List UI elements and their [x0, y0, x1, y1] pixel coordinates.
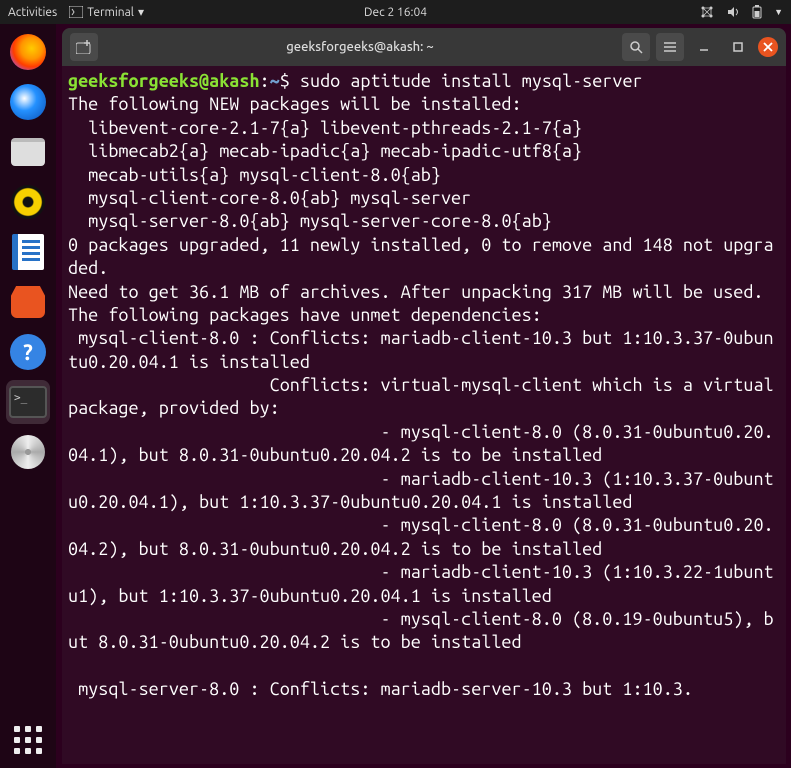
maximize-icon: [732, 41, 744, 53]
close-button[interactable]: [758, 37, 778, 57]
top-bar: Activities Terminal ▾ Dec 2 16:04 ▼: [0, 0, 791, 24]
writer-icon: [12, 234, 44, 270]
minimize-icon: [698, 41, 710, 53]
dock-software[interactable]: [6, 280, 50, 324]
maximize-button[interactable]: [724, 33, 752, 61]
dock-rhythmbox[interactable]: [6, 180, 50, 224]
activities-button[interactable]: Activities: [8, 6, 57, 19]
dock-writer[interactable]: [6, 230, 50, 274]
command-text: sudo aptitude install mysql-server: [300, 71, 643, 91]
show-applications-button[interactable]: [6, 718, 50, 762]
firefox-icon: [10, 34, 46, 70]
window-title: geeksforgeeks@akash: ~: [106, 40, 614, 54]
dock: ? >_: [0, 24, 56, 768]
help-icon: ?: [10, 334, 46, 370]
disc-icon: [11, 435, 45, 469]
terminal-app-icon: >_: [9, 386, 47, 418]
new-tab-icon: [76, 40, 92, 54]
clock[interactable]: Dec 2 16:04: [364, 6, 427, 19]
search-icon: [629, 40, 643, 54]
dock-disc[interactable]: [6, 430, 50, 474]
hamburger-icon: [663, 41, 677, 53]
app-name-label: Terminal: [87, 6, 134, 19]
network-icon: [700, 5, 714, 19]
minimize-button[interactable]: [690, 33, 718, 61]
search-button[interactable]: [622, 33, 650, 61]
titlebar: geeksforgeeks@akash: ~: [62, 28, 786, 66]
dock-terminal[interactable]: >_: [6, 380, 50, 424]
battery-icon: [752, 5, 762, 19]
volume-icon: [726, 5, 740, 19]
prompt-colon: :: [260, 71, 270, 91]
rhythmbox-icon: [11, 185, 45, 219]
files-icon: [11, 138, 45, 166]
thunderbird-icon: [10, 84, 46, 120]
prompt-dollar: $: [280, 71, 290, 91]
system-tray[interactable]: ▼: [700, 5, 783, 19]
dock-help[interactable]: ?: [6, 330, 50, 374]
prompt-user: geeksforgeeks@akash: [68, 71, 260, 91]
app-indicator[interactable]: Terminal ▾: [69, 5, 144, 19]
menu-button[interactable]: [656, 33, 684, 61]
new-tab-button[interactable]: [70, 33, 98, 61]
dock-files[interactable]: [6, 130, 50, 174]
terminal-window: geeksforgeeks@akash: ~ geeksforgeeks@aka…: [62, 28, 786, 764]
software-icon: [11, 286, 45, 318]
prompt-path: ~: [270, 71, 280, 91]
terminal-output: The following NEW packages will be insta…: [68, 94, 784, 699]
dock-thunderbird[interactable]: [6, 80, 50, 124]
dock-firefox[interactable]: [6, 30, 50, 74]
chevron-down-icon: ▼: [774, 7, 783, 17]
terminal-content[interactable]: geeksforgeeks@akash:~$ sudo aptitude ins…: [62, 66, 786, 764]
terminal-icon: [69, 6, 83, 18]
chevron-down-icon: ▾: [138, 5, 144, 19]
close-icon: [763, 42, 773, 52]
